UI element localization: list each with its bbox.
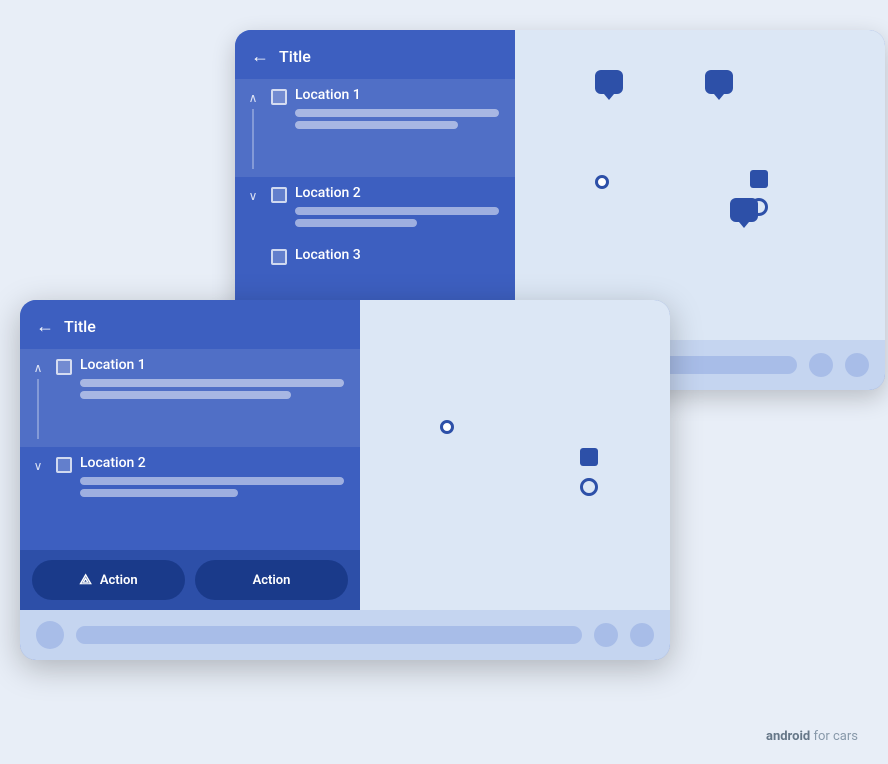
location-item-1-back[interactable]: ∧ Location 1	[235, 79, 515, 177]
vert-line-1-front	[37, 379, 39, 439]
bottom-bar-circle-3-back	[845, 353, 869, 377]
action-button-1[interactable]: ⟁ Action	[32, 560, 185, 600]
bottom-bar-circle-1-front	[36, 621, 64, 649]
location-name-2-front: Location 2	[80, 455, 344, 471]
map-pin-2-back	[705, 70, 733, 94]
map-square-back	[750, 170, 768, 188]
map-area-back	[515, 30, 885, 340]
location-name-3-back: Location 3	[295, 247, 499, 263]
chevron-down-icon-2-front: ∨	[34, 459, 43, 473]
bottom-bar-pill-front	[76, 626, 582, 644]
detail-bar-1b-back	[295, 121, 458, 129]
location-item-1-front[interactable]: ∧ Location 1	[20, 349, 360, 447]
chevron-col-1-back: ∧	[243, 87, 263, 169]
detail-bar-1a-front	[80, 379, 344, 387]
map-area-front	[360, 300, 670, 610]
action-bar-front: ⟁ Action Action	[20, 550, 360, 610]
back-arrow-front-icon[interactable]: ←	[36, 316, 54, 337]
map-ring-front	[580, 478, 598, 496]
panel-back: ← Title ∧ Location 1 ∨ Location 2	[235, 30, 515, 340]
brand-text: android for cars	[766, 729, 858, 744]
bottom-bar-circle-2-back	[809, 353, 833, 377]
checkbox-2-back[interactable]	[271, 187, 287, 203]
detail-bar-1b-front	[80, 391, 291, 399]
panel-back-header: ← Title	[235, 30, 515, 79]
card-front: ← Title ∧ Location 1 ∨ Location 2	[20, 300, 670, 660]
map-dot-back	[595, 175, 609, 189]
map-square-front	[580, 448, 598, 466]
checkbox-2-front[interactable]	[56, 457, 72, 473]
map-ring-back	[750, 198, 768, 216]
detail-bar-2a-back	[295, 207, 499, 215]
chevron-up-icon-front: ∧	[34, 361, 43, 375]
action-button-2[interactable]: Action	[195, 560, 348, 600]
location-item-2-front[interactable]: ∨ Location 2	[20, 447, 360, 509]
checkbox-1-back[interactable]	[271, 89, 287, 105]
location-content-2-back: Location 2	[295, 185, 499, 231]
brand-suffix: for cars	[810, 729, 858, 744]
vert-line-1	[252, 109, 254, 169]
bottom-bar-front	[20, 610, 670, 660]
location-content-3-back: Location 3	[295, 247, 499, 269]
checkbox-3-back[interactable]	[271, 249, 287, 265]
location-name-1-front: Location 1	[80, 357, 344, 373]
chevron-down-icon-2-back: ∨	[249, 189, 258, 203]
location-content-1-back: Location 1	[295, 87, 499, 133]
detail-bar-2b-front	[80, 489, 238, 497]
detail-bar-2b-back	[295, 219, 417, 227]
checkbox-1-front[interactable]	[56, 359, 72, 375]
map-pin-1-back	[595, 70, 623, 94]
location-content-2-front: Location 2	[80, 455, 344, 501]
chevron-col-2-back: ∨	[243, 185, 263, 203]
panel-front-title: Title	[64, 317, 96, 336]
location-item-3-back[interactable]: Location 3	[235, 239, 515, 277]
brand-prefix: android	[766, 729, 810, 744]
detail-bar-2a-front	[80, 477, 344, 485]
bottom-bar-circle-3-front	[630, 623, 654, 647]
chevron-col-2-front: ∨	[28, 455, 48, 473]
action-label-2: Action	[253, 573, 291, 588]
chevron-col-3-back	[243, 247, 263, 251]
location-content-1-front: Location 1	[80, 357, 344, 403]
location-name-1-back: Location 1	[295, 87, 499, 103]
detail-bar-1a-back	[295, 109, 499, 117]
map-dot-front	[440, 420, 454, 434]
chevron-col-1-front: ∧	[28, 357, 48, 439]
action-label-1: Action	[100, 573, 138, 588]
location-item-2-back[interactable]: ∨ Location 2	[235, 177, 515, 239]
panel-front-header: ← Title	[20, 300, 360, 349]
location-name-2-back: Location 2	[295, 185, 499, 201]
back-arrow-icon[interactable]: ←	[251, 46, 269, 67]
panel-back-title: Title	[279, 47, 311, 66]
action-icon-1: ⟁	[79, 572, 92, 588]
chevron-up-icon: ∧	[249, 91, 258, 105]
bottom-bar-circle-2-front	[594, 623, 618, 647]
